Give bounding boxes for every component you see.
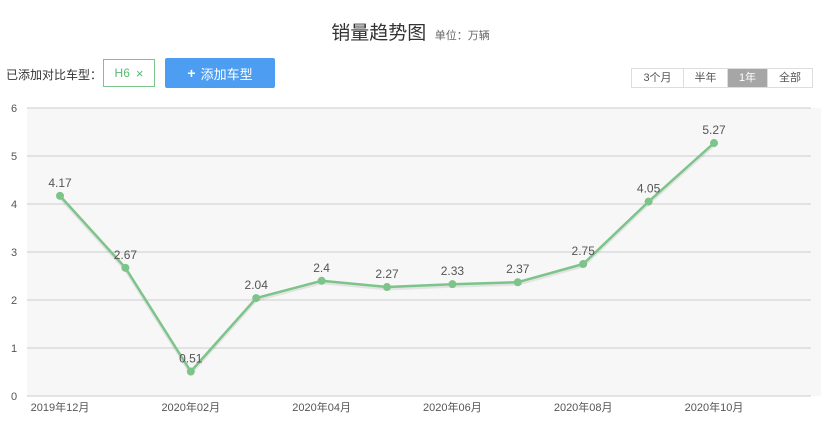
range-half-year-button[interactable]: 半年 (684, 69, 728, 87)
data-label: 4.17 (48, 176, 72, 190)
range-all-button[interactable]: 全部 (768, 69, 812, 87)
chart-unit: 单位：万辆 (434, 30, 490, 42)
x-tick-label: 2020年06月 (423, 400, 482, 414)
data-label: 2.4 (313, 261, 330, 275)
y-tick-label: 4 (11, 199, 17, 211)
data-label: 2.67 (114, 248, 138, 262)
chart-title-row: 销量趋势图 单位：万辆 (0, 18, 821, 45)
data-point (252, 294, 261, 303)
add-model-button[interactable]: + 添加车型 (165, 58, 275, 88)
close-icon[interactable]: × (136, 67, 144, 80)
y-tick-label: 3 (11, 247, 17, 259)
x-tick-label: 2019年12月 (31, 400, 90, 414)
data-point (186, 367, 195, 376)
time-range-selector: 3个月 半年 1年 全部 (631, 68, 813, 88)
data-label: 4.05 (637, 182, 661, 196)
data-label: 0.51 (179, 352, 203, 366)
x-tick-label: 2020年02月 (161, 400, 220, 414)
data-label: 2.75 (572, 244, 596, 258)
data-label: 2.37 (506, 262, 530, 276)
x-tick-label: 2020年10月 (685, 400, 744, 414)
chart-title: 销量趋势图 (331, 23, 427, 44)
data-point (56, 191, 64, 200)
y-tick-label: 6 (11, 103, 17, 115)
chart-area: 0 1 2 3 4 5 6 2019年12月 2020年02月 2020年04月 2020年06月 2… (0, 100, 821, 434)
add-model-label: 添加车型 (200, 66, 253, 82)
data-label: 2.04 (245, 278, 269, 292)
data-point (579, 260, 588, 268)
data-label: 2.33 (441, 264, 465, 278)
y-tick-label: 0 (11, 391, 17, 403)
model-chip-label: H6 (114, 66, 130, 80)
plus-icon: + (187, 65, 196, 81)
compare-label: 已添加对比车型： (6, 68, 103, 82)
y-tick-label: 1 (11, 343, 17, 355)
data-point (513, 278, 522, 287)
line-chart: 0 1 2 3 4 5 6 2019年12月 2020年02月 2020年04月 2020年06月 2… (11, 103, 821, 414)
x-tick-label: 2020年08月 (554, 400, 613, 414)
y-tick-label: 5 (11, 151, 17, 163)
toolbar: 已添加对比车型： H6 × + 添加车型 3个月 半年 1年 全部 (0, 58, 821, 90)
x-tick-label: 2020年04月 (292, 400, 351, 414)
model-chip-h6[interactable]: H6 × (103, 59, 155, 87)
range-1-year-button[interactable]: 1年 (728, 69, 768, 87)
data-point (121, 263, 130, 272)
range-3-months-button[interactable]: 3个月 (632, 69, 684, 87)
data-point (710, 139, 718, 148)
sales-trend-page: 销量趋势图 单位：万辆 已添加对比车型： H6 × + 添加车型 3个月 半年 … (0, 0, 821, 434)
data-label: 2.27 (375, 267, 399, 281)
data-point (317, 276, 326, 285)
data-label: 5.27 (702, 123, 726, 137)
y-tick-label: 2 (11, 295, 17, 307)
data-point (448, 280, 457, 289)
data-point (383, 283, 391, 292)
data-point (644, 197, 653, 206)
